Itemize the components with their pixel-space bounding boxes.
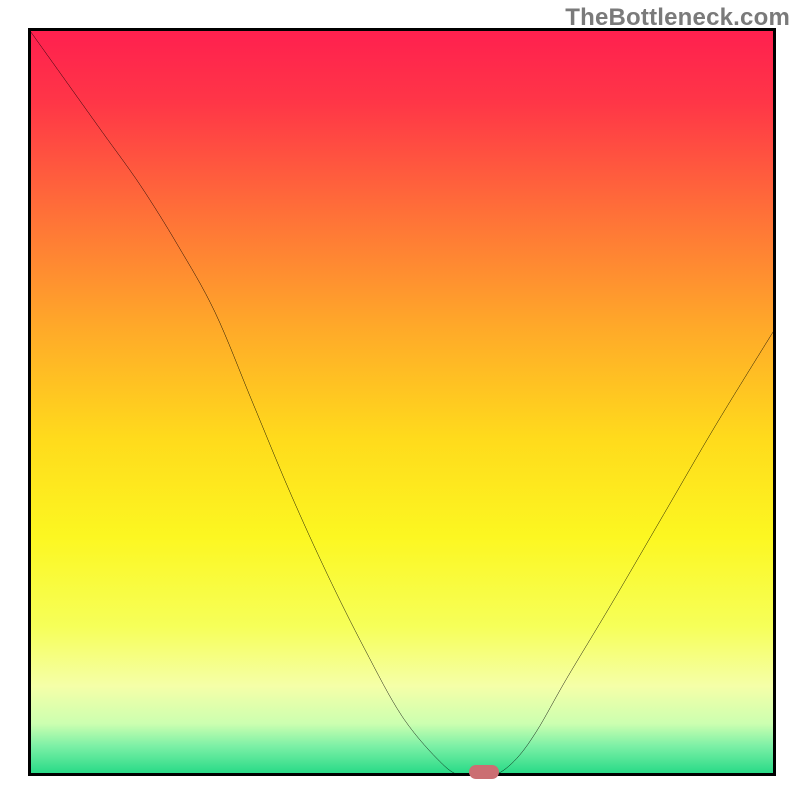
chart-container: TheBottleneck.com	[0, 0, 800, 800]
watermark-text: TheBottleneck.com	[565, 4, 790, 32]
optimal-point-marker	[469, 765, 499, 779]
bottleneck-curve	[28, 28, 776, 776]
plot-area	[28, 28, 776, 776]
